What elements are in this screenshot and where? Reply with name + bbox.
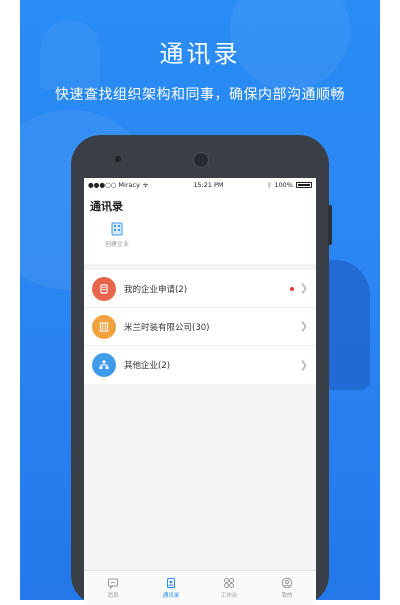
grid-icon [224,578,234,588]
enterprise-list: 我的企业申请(2) ❯ 米兰时装有限公司(30) ❯ 其他企业(2) ❯ [84,270,316,384]
phone-screen: ●●●○○ Miracy 15:21 PM ᛒ 100% 通讯录 创建企业 我的… [84,178,316,605]
page-title: 通讯录 [90,200,123,213]
carrier-label: ●●●○○ Miracy [88,181,140,189]
wifi-icon [142,183,148,188]
tab-label: 我的 [281,593,293,599]
list-item-other-companies[interactable]: 其他企业(2) ❯ [84,346,316,384]
phone-side-button [328,205,332,245]
status-time: 15:21 PM [193,181,224,189]
user-icon [281,577,293,589]
document-icon [92,276,116,301]
chevron-right-icon: ❯ [299,283,308,294]
phone-mockup: ●●●○○ Miracy 15:21 PM ᛒ 100% 通讯录 创建企业 我的… [71,135,332,605]
tab-label: 通讯录 [162,593,180,599]
phone-camera [193,152,209,168]
chevron-right-icon: ❯ [299,359,308,371]
chevron-right-icon: ❯ [299,321,308,332]
page-header: 通讯录 创建企业 [84,192,316,264]
unread-dot [289,286,294,291]
bluetooth-icon: ᛒ [267,181,272,189]
create-company-label: 创建企业 [104,241,129,248]
phone-speaker [115,156,121,162]
tab-label: 工作台 [220,593,238,599]
list-item-my-applications[interactable]: 我的企业申请(2) ❯ [84,270,316,308]
hero-title: 通讯录 [159,40,241,68]
battery-icon [295,182,312,188]
create-company-icon [111,222,123,236]
list-item-label: 我的企业申请(2) [124,284,188,295]
create-company-button[interactable]: 创建企业 [90,222,144,248]
building-icon [92,314,116,339]
list-item-company[interactable]: 米兰时装有限公司(30) ❯ [84,308,316,346]
tab-label: 消息 [107,593,119,599]
message-icon [108,578,118,589]
list-item-label: 米兰时装有限公司(30) [124,322,210,333]
list-item-label: 其他企业(2) [124,361,171,371]
status-bar: ●●●○○ Miracy 15:21 PM ᛒ 100% [84,178,316,192]
hero-subtitle: 快速查找组织架构和同事，确保内部沟通顺畅 [55,87,345,103]
battery-percent: 100% [274,181,293,189]
org-icon [92,353,116,377]
contacts-icon [167,578,175,588]
